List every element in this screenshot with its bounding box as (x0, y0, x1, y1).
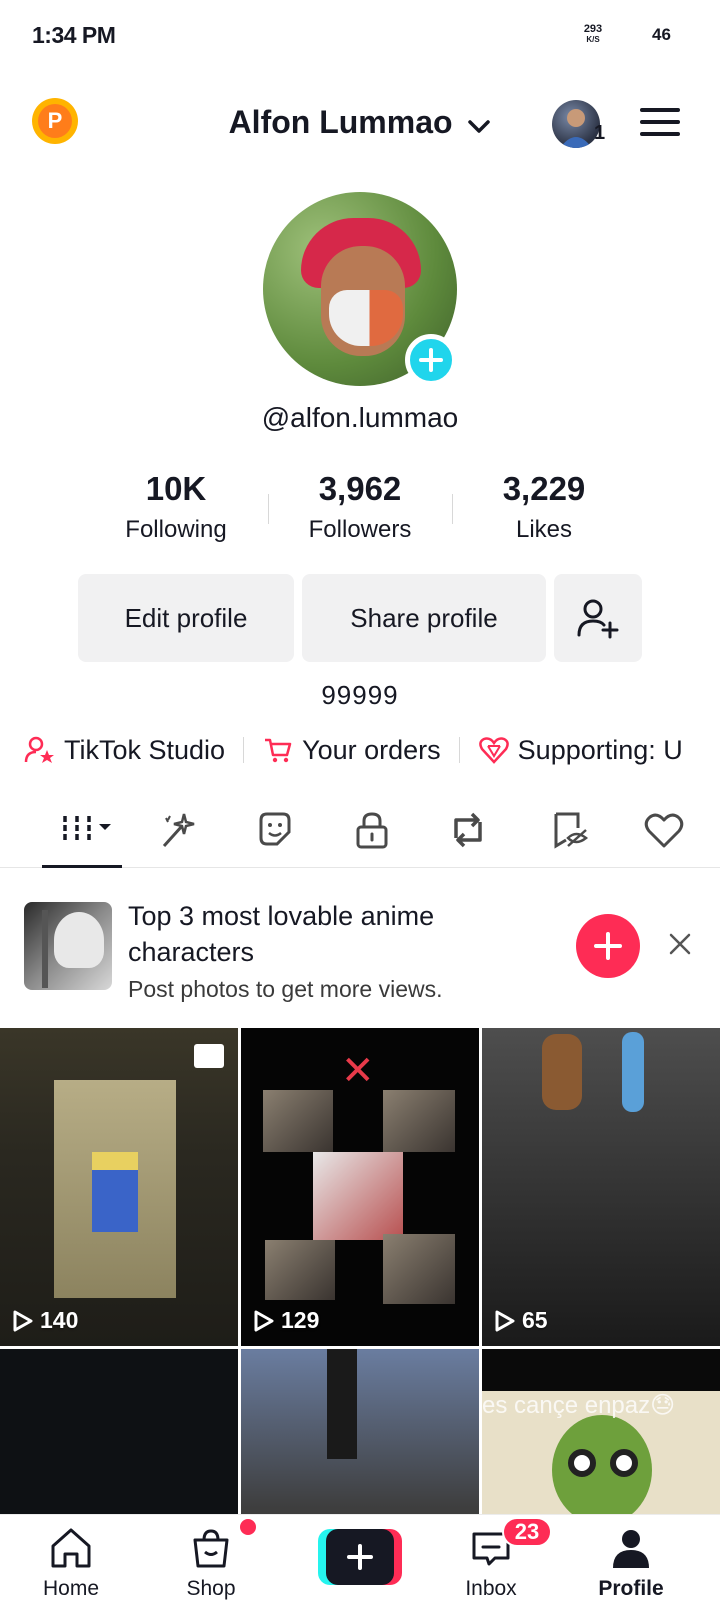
plus-icon (594, 932, 622, 960)
nav-profile[interactable]: Profile (576, 1525, 686, 1601)
view-count: 140 (12, 1307, 78, 1334)
tab-liked[interactable] (634, 800, 694, 868)
video-thumbnail[interactable]: ✕ 129 (241, 1028, 479, 1346)
heart-icon (644, 813, 684, 848)
profile-tabs (0, 800, 720, 868)
nav-label: Shop (186, 1577, 236, 1600)
bottom-nav: Home Shop Inbox 23 Profile (0, 1514, 720, 1611)
tab-stickers[interactable] (245, 800, 305, 868)
tab-reposts[interactable] (438, 800, 498, 868)
studio-icon (24, 736, 54, 763)
play-icon (495, 1310, 515, 1331)
stat-value: 10K (145, 470, 207, 507)
add-friends-button[interactable] (554, 574, 642, 662)
tab-favorites-sparkle[interactable] (148, 800, 208, 868)
stat-label: Following (125, 516, 227, 543)
nav-label: Inbox (465, 1577, 517, 1600)
shop-notification-dot (240, 1519, 256, 1535)
status-time: 1:34 PM (32, 22, 116, 48)
video-caption: es cançe enpaz😓 (482, 1392, 676, 1419)
account-name: Alfon Lummao (228, 104, 453, 140)
username: @alfon.lummao (261, 402, 459, 433)
promo-add-button[interactable] (576, 914, 640, 978)
stat-label: Likes (515, 516, 573, 543)
close-icon[interactable] (666, 930, 694, 958)
link-label: TikTok Studio (64, 734, 226, 765)
add-friend-icon (577, 599, 619, 639)
add-avatar-button[interactable] (405, 334, 457, 386)
stat-followers[interactable]: 3,962 Followers (268, 470, 452, 550)
video-thumbnail[interactable] (0, 1349, 238, 1514)
link-label: Your orders (302, 734, 441, 765)
sticker-icon (259, 812, 291, 846)
home-icon (16, 1525, 126, 1571)
tab-hidden[interactable] (540, 800, 600, 868)
view-count-value: 129 (281, 1307, 320, 1333)
plus-icon (326, 1529, 394, 1585)
supporting-link[interactable]: Supporting: U (478, 734, 683, 766)
video-grid: 140 ✕ 129 65 es cançe enpaz😓 (0, 1028, 720, 1514)
edit-profile-button[interactable]: Edit profile (78, 574, 294, 662)
battery-level: 46 (652, 25, 671, 44)
stat-following[interactable]: 10K Following (84, 470, 268, 550)
plus-icon (419, 348, 443, 372)
profile-bio: 99999 (321, 680, 399, 710)
play-icon (13, 1310, 33, 1331)
nav-home[interactable]: Home (16, 1525, 126, 1601)
profile-links: TikTok Studio Your orders Supporting: U (24, 730, 683, 770)
nav-shop[interactable]: Shop (156, 1525, 266, 1601)
share-profile-button[interactable]: Share profile (302, 574, 546, 662)
tab-videos[interactable] (52, 800, 118, 868)
account-switcher[interactable]: Alfon Lummao (0, 104, 720, 143)
network-speed-unit: K/S (586, 35, 600, 44)
video-thumbnail[interactable] (241, 1349, 479, 1514)
stat-value: 3,229 (502, 470, 586, 507)
stat-value: 3,962 (318, 470, 402, 507)
photo-icon (194, 1044, 224, 1068)
switch-account-count: 1 (594, 122, 606, 144)
view-count: 65 (494, 1307, 548, 1334)
promo-title: Top 3 most lovable anime characters (128, 901, 435, 967)
grid-icon (63, 816, 111, 840)
view-count: 129 (253, 1307, 319, 1334)
profile-avatar-container (263, 192, 457, 386)
stat-label: Followers (308, 516, 412, 543)
nav-label: Home (42, 1577, 100, 1600)
profile-stats: 10K Following 3,962 Followers 3,229 Like… (84, 470, 636, 550)
link-label: Supporting: U (517, 734, 683, 765)
video-thumbnail[interactable]: 65 (482, 1028, 720, 1346)
active-tab-indicator (42, 865, 122, 868)
sparkle-wand-icon (162, 813, 195, 848)
network-speed-value: 293 (583, 23, 603, 35)
view-count-value: 140 (40, 1307, 79, 1333)
profile-icon (576, 1525, 686, 1571)
repost-icon (454, 812, 482, 848)
create-button[interactable] (318, 1529, 402, 1585)
your-orders-link[interactable]: Your orders (262, 734, 441, 766)
switch-account-avatar[interactable] (552, 100, 600, 148)
tab-private[interactable] (342, 800, 402, 868)
hidden-bookmark-icon (554, 812, 589, 849)
cart-icon (265, 738, 292, 763)
network-speed: 293 K/S (578, 23, 608, 45)
chevron-down-icon (467, 106, 491, 143)
promo-thumbnail[interactable] (24, 902, 112, 990)
lock-icon (356, 812, 388, 849)
stat-likes[interactable]: 3,229 Likes (452, 470, 636, 550)
video-thumbnail[interactable]: es cançe enpaz😓 (482, 1349, 720, 1514)
status-bar: 1:34 PM 293 K/S 46 (0, 0, 720, 72)
play-icon (254, 1310, 274, 1331)
nav-label: Profile (598, 1577, 664, 1600)
heart-gem-icon (478, 737, 509, 764)
view-count-value: 65 (522, 1307, 548, 1333)
inbox-badge: 23 (502, 1517, 552, 1547)
tiktok-studio-link[interactable]: TikTok Studio (24, 734, 225, 766)
menu-icon[interactable] (640, 108, 680, 138)
profile-header: P Alfon Lummao 1 (0, 90, 720, 160)
promo-subtitle: Post photos to get more views. (128, 976, 443, 1002)
photo-prompt-banner: Top 3 most lovable anime characters Post… (0, 890, 720, 1016)
video-thumbnail[interactable]: 140 (0, 1028, 238, 1346)
